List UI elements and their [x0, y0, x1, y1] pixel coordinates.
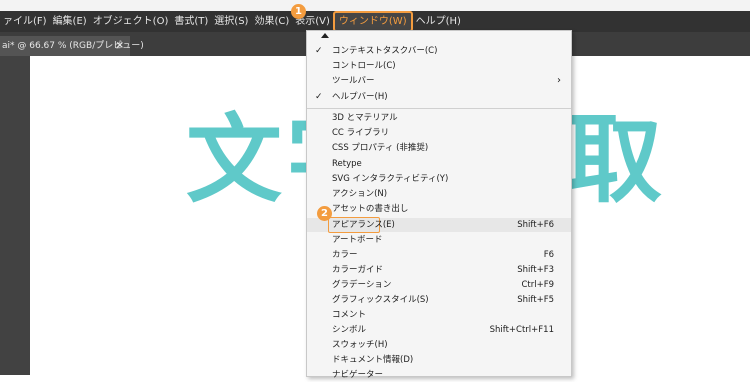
menu-item-svg-interactivity[interactable]: SVG インタラクティビティ(Y): [307, 172, 571, 186]
menu-item-label: ナビゲーター: [332, 370, 384, 380]
menu-item-label: グラフィックスタイル(S): [332, 295, 429, 305]
menu-item-label: ヘルプバー(H): [332, 92, 388, 102]
menu-item-document-info[interactable]: ドキュメント情報(D): [307, 353, 571, 367]
step-badge-2: 2: [317, 206, 332, 221]
menu-item-shortcut: Shift+F6: [517, 220, 554, 230]
menu-item-symbols[interactable]: シンボル Shift+Ctrl+F11: [307, 323, 571, 337]
menu-item-actions[interactable]: アクション(N): [307, 187, 571, 201]
menu-item-color[interactable]: カラー F6: [307, 248, 571, 262]
menu-item-label: コントロール(C): [332, 61, 396, 71]
menu-item-comments[interactable]: コメント: [307, 308, 571, 322]
menu-item-asset-export[interactable]: アセットの書き出し: [307, 202, 571, 216]
left-panel: [0, 56, 30, 375]
chevron-right-icon: ›: [557, 75, 561, 86]
menu-object[interactable]: オブジェクト(O): [90, 11, 172, 32]
menu-item-label: 3D とマテリアル: [332, 113, 398, 123]
menu-window[interactable]: ウィンドウ(W): [332, 11, 413, 32]
menu-item-label: ツールバー: [332, 76, 375, 86]
menu-item-label: アクション(N): [332, 189, 388, 199]
check-icon: ✓: [315, 46, 323, 56]
menu-item-label: コンテキストタスクバー(C): [332, 46, 438, 56]
menu-item-label: スウォッチ(H): [332, 340, 388, 350]
menu-item-label: Retype: [332, 159, 362, 169]
dropdown-pointer: [321, 33, 329, 38]
step-badge-1: 1: [291, 4, 306, 19]
menu-item-shortcut: Ctrl+F9: [521, 280, 554, 290]
menu-bar: ァイル(F) 編集(E) オブジェクト(O) 書式(T) 選択(S) 効果(C)…: [0, 11, 750, 32]
menu-item-artboards[interactable]: アートボード: [307, 233, 571, 247]
window-menu-dropdown: ✓ コンテキストタスクバー(C) コントロール(C) ツールバー › ✓ ヘルプ…: [306, 30, 572, 380]
menu-item-color-guide[interactable]: カラーガイド Shift+F3: [307, 263, 571, 277]
menu-file[interactable]: ァイル(F): [0, 11, 50, 32]
menu-effect[interactable]: 効果(C): [251, 11, 292, 32]
menu-item-label: シンボル: [332, 325, 367, 335]
menu-item-shortcut: F6: [543, 250, 554, 260]
menu-item-label: グラデーション: [332, 280, 392, 290]
menu-item-gradient[interactable]: グラデーション Ctrl+F9: [307, 278, 571, 292]
menu-item-swatches[interactable]: スウォッチ(H): [307, 338, 571, 352]
menu-item-cc-libraries[interactable]: CC ライブラリ: [307, 126, 571, 140]
menu-item-label: CC ライブラリ: [332, 128, 390, 138]
menu-help[interactable]: ヘルプ(H): [413, 11, 464, 32]
menu-item-help-bar[interactable]: ✓ ヘルプバー(H): [307, 90, 571, 104]
menu-item-appearance[interactable]: アピアランス(E) Shift+F6: [307, 217, 571, 233]
menu-item-css-properties[interactable]: CSS プロパティ (非推奨): [307, 141, 571, 155]
menu-item-graphic-styles[interactable]: グラフィックスタイル(S) Shift+F5: [307, 293, 571, 307]
menu-item-label: アピアランス(E): [332, 220, 395, 230]
menu-item-context-taskbar[interactable]: ✓ コンテキストタスクバー(C): [307, 44, 571, 58]
menu-select[interactable]: 選択(S): [211, 11, 251, 32]
menu-edit[interactable]: 編集(E): [50, 11, 90, 32]
menu-item-label: SVG インタラクティビティ(Y): [332, 174, 449, 184]
menu-type[interactable]: 書式(T): [171, 11, 211, 32]
close-icon[interactable]: ×: [116, 36, 124, 56]
check-icon: ✓: [315, 92, 323, 102]
menu-separator: [307, 108, 571, 109]
menu-item-label: カラーガイド: [332, 265, 384, 275]
menu-item-label: ドキュメント情報(D): [332, 355, 414, 365]
menu-item-toolbar[interactable]: ツールバー ›: [307, 74, 571, 88]
menu-item-label: CSS プロパティ (非推奨): [332, 143, 429, 153]
menu-item-label: カラー: [332, 250, 358, 260]
menu-item-control[interactable]: コントロール(C): [307, 59, 571, 73]
menu-item-retype[interactable]: Retype: [307, 157, 571, 171]
menu-item-shortcut: Shift+F3: [517, 265, 554, 275]
menu-item-label: コメント: [332, 310, 367, 320]
menu-item-label: アートボード: [332, 235, 383, 245]
menu-item-shortcut: Shift+Ctrl+F11: [489, 325, 554, 335]
menu-item-label: アセットの書き出し: [332, 204, 409, 214]
menu-item-3d-materials[interactable]: 3D とマテリアル: [307, 111, 571, 125]
window-top-strip: [0, 0, 750, 11]
canvas-text-char-4: 取: [566, 104, 662, 216]
document-tab[interactable]: ai* @ 66.67 % (RGB/プレビュー) ×: [0, 36, 144, 56]
canvas-text-char-1: 文: [186, 104, 282, 216]
menu-item-navigator[interactable]: ナビゲーター: [307, 368, 571, 382]
menu-item-shortcut: Shift+F5: [517, 295, 554, 305]
